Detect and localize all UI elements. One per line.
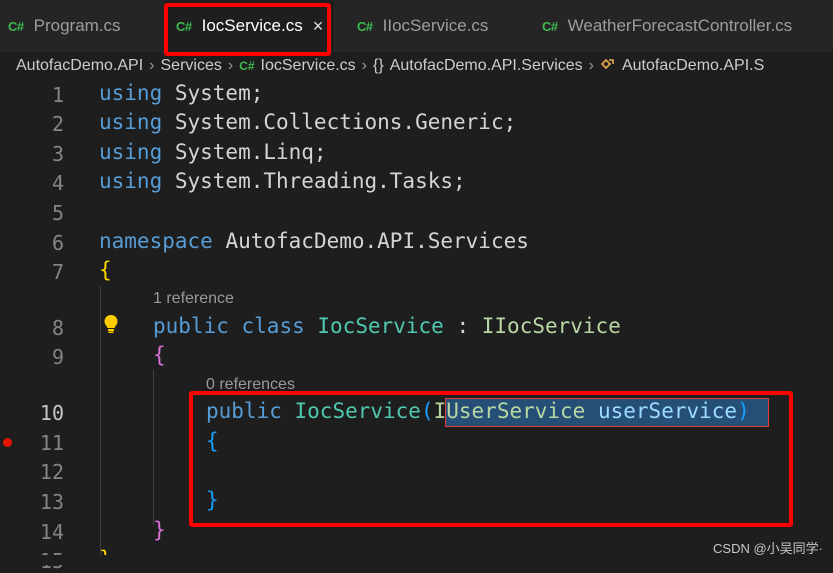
breadcrumb-namespace[interactable]: AutofacDemo.API.Services xyxy=(390,57,583,75)
line-number: 4 xyxy=(51,171,64,195)
line-number: 9 xyxy=(51,345,64,369)
codelens-references[interactable]: 1 reference xyxy=(153,290,234,308)
tab-label: WeatherForecastController.cs xyxy=(567,16,793,35)
chevron-right-icon: › xyxy=(361,57,367,74)
code-line: using System.Linq; xyxy=(99,140,327,164)
line-number: 12 xyxy=(39,460,64,484)
code-line: { xyxy=(99,258,112,282)
csharp-file-icon: C# xyxy=(542,18,558,34)
highlight-box-constructor xyxy=(189,391,793,527)
code-line: } xyxy=(99,547,112,555)
tab-iiocservice-cs[interactable]: C# IIocService.cs xyxy=(345,0,525,52)
chevron-right-icon: › xyxy=(227,57,234,74)
indent-guide xyxy=(100,286,101,556)
code-line: { xyxy=(153,343,166,367)
namespace-icon: {} xyxy=(373,57,384,74)
csharp-file-icon: C# xyxy=(357,18,373,34)
code-line: using System.Collections.Generic; xyxy=(99,110,517,134)
breadcrumb-class[interactable]: AutofacDemo.API.S xyxy=(622,57,764,75)
line-number: 6 xyxy=(51,231,64,255)
code-line: namespace AutofacDemo.API.Services xyxy=(99,229,529,253)
class-icon xyxy=(600,57,616,76)
csharp-file-icon: C# xyxy=(239,59,255,73)
line-number: 8 xyxy=(51,316,64,340)
breadcrumb-file[interactable]: IocService.cs xyxy=(261,57,356,75)
code-line: using System.Threading.Tasks; xyxy=(99,169,466,193)
tab-program-cs[interactable]: C# Program.cs xyxy=(0,0,160,52)
line-number: 2 xyxy=(51,112,64,136)
chevron-right-icon: › xyxy=(588,57,594,74)
line-number: 5 xyxy=(51,201,64,225)
watermark: CSDN @小吴同学· xyxy=(713,541,823,556)
csharp-file-icon: C# xyxy=(8,18,24,34)
line-number: 7 xyxy=(51,260,64,284)
horizontal-scrollbar[interactable] xyxy=(0,555,833,565)
tab-label: Program.cs xyxy=(33,16,121,35)
code-line: public class IocService : IIocService xyxy=(153,314,621,338)
breakpoint-icon[interactable] xyxy=(3,438,12,447)
tab-bar: C# Program.cs C# IocService.cs × C# IIoc… xyxy=(0,0,833,52)
breadcrumb: AutofacDemo.API › Services › C# IocServi… xyxy=(0,52,833,80)
line-number: 1 xyxy=(51,83,64,107)
line-number: 3 xyxy=(51,142,64,166)
line-number: 10 xyxy=(39,401,64,425)
breadcrumb-folder[interactable]: Services xyxy=(161,57,222,75)
chevron-right-icon: › xyxy=(149,57,155,74)
code-line: } xyxy=(153,518,166,542)
line-number: 14 xyxy=(39,520,64,544)
highlight-box-tab xyxy=(164,3,331,56)
tab-label: IIocService.cs xyxy=(382,16,489,35)
lightbulb-icon[interactable] xyxy=(103,314,119,339)
code-line: using System; xyxy=(99,81,264,105)
indent-guide xyxy=(153,370,154,525)
breadcrumb-project[interactable]: AutofacDemo.API xyxy=(16,57,143,75)
line-number: 13 xyxy=(39,490,64,514)
tab-weatherforecastcontroller-cs[interactable]: C# WeatherForecastController.cs xyxy=(530,0,833,52)
